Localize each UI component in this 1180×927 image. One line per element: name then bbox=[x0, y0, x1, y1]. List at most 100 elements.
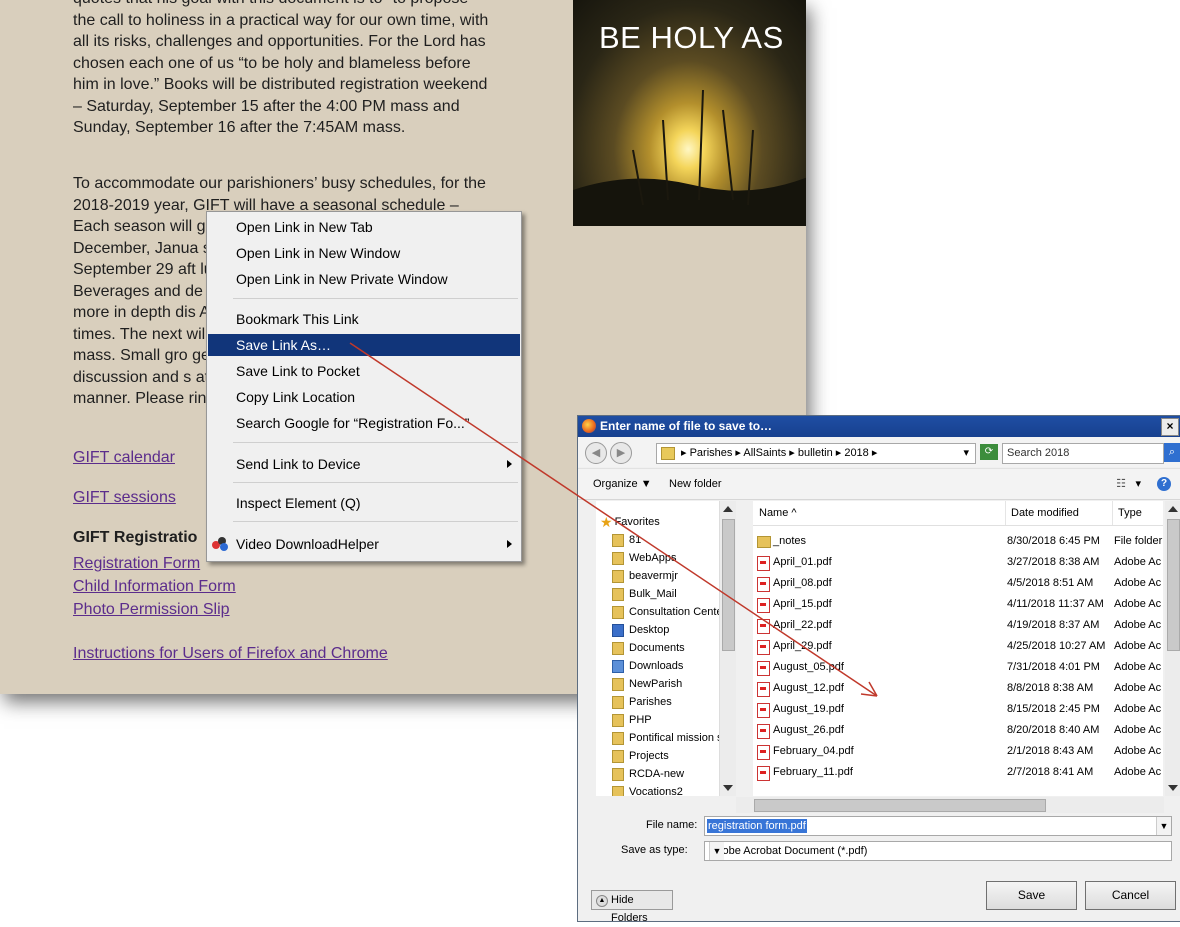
nav-scrollbar[interactable] bbox=[719, 501, 736, 796]
menu-save-link-as[interactable]: Save Link As… bbox=[208, 334, 520, 356]
file-date: 3/27/2018 8:38 AM bbox=[1007, 556, 1100, 568]
nav-item[interactable]: Consultation Cente bbox=[612, 603, 723, 621]
menu-send-link-device[interactable]: Send Link to Device bbox=[208, 453, 520, 475]
scroll-down-icon[interactable] bbox=[723, 785, 733, 791]
folder-icon bbox=[612, 551, 624, 565]
file-row[interactable]: August_19.pdf 8/15/2018 2:45 PM Adobe Ac bbox=[753, 699, 1163, 720]
star-icon: ★ bbox=[600, 514, 613, 531]
registration-form-link[interactable]: Registration Form bbox=[73, 555, 200, 573]
scroll-up-icon[interactable] bbox=[1168, 506, 1178, 512]
column-date-modified[interactable]: Date modified bbox=[1005, 501, 1113, 525]
file-row[interactable]: April_01.pdf 3/27/2018 8:38 AM Adobe Ac bbox=[753, 552, 1163, 573]
file-row[interactable]: _notes 8/30/2018 6:45 PM File folder bbox=[753, 531, 1163, 552]
save-as-type-select[interactable]: Adobe Acrobat Document (*.pdf) ▼ bbox=[704, 841, 1172, 861]
view-options-icon[interactable]: ☷ bbox=[1116, 469, 1126, 499]
help-icon[interactable]: ? bbox=[1157, 477, 1171, 491]
new-folder-button[interactable]: New folder bbox=[669, 469, 722, 499]
nav-item[interactable]: Pontifical mission sc bbox=[612, 729, 728, 747]
file-row[interactable]: April_08.pdf 4/5/2018 8:51 AM Adobe Ac bbox=[753, 573, 1163, 594]
scrollbar-thumb[interactable] bbox=[754, 799, 1046, 812]
menu-label: Open Link in New Window bbox=[236, 245, 401, 261]
video-downloadhelper-icon bbox=[212, 537, 228, 551]
nav-item[interactable]: WebApps bbox=[612, 549, 677, 567]
file-type: Adobe Ac bbox=[1114, 640, 1162, 652]
registration-heading: GIFT Registratio bbox=[73, 529, 198, 546]
file-list-scrollbar[interactable] bbox=[1165, 501, 1180, 796]
menu-video-downloadhelper[interactable]: Video DownloadHelper bbox=[208, 533, 520, 555]
nav-item[interactable]: Vocations2 bbox=[612, 783, 683, 796]
file-row[interactable]: August_12.pdf 8/8/2018 8:38 AM Adobe Ac bbox=[753, 678, 1163, 699]
file-row[interactable]: April_22.pdf 4/19/2018 8:37 AM Adobe Ac bbox=[753, 615, 1163, 636]
chevron-down-icon[interactable]: ▾ bbox=[963, 444, 969, 463]
nav-favorites[interactable]: ★ Favorites bbox=[600, 513, 660, 531]
menu-open-private-window[interactable]: Open Link in New Private Window bbox=[208, 268, 520, 290]
file-row[interactable]: February_11.pdf 2/7/2018 8:41 AM Adobe Ac bbox=[753, 762, 1163, 783]
menu-save-link-pocket[interactable]: Save Link to Pocket bbox=[208, 360, 520, 382]
nav-item[interactable]: Bulk_Mail bbox=[612, 585, 677, 603]
scrollbar-thumb[interactable] bbox=[722, 519, 735, 651]
nav-item[interactable]: Desktop bbox=[612, 621, 669, 639]
file-name-field[interactable]: registration form.pdf ▼ bbox=[704, 816, 1172, 836]
nav-item[interactable]: beavermjr bbox=[612, 567, 678, 585]
chevron-up-icon: ▲ bbox=[596, 895, 608, 907]
file-row[interactable]: April_29.pdf 4/25/2018 10:27 AM Adobe Ac bbox=[753, 636, 1163, 657]
gift-calendar-link[interactable]: GIFT calendar bbox=[73, 449, 175, 467]
search-input[interactable]: Search 2018 bbox=[1002, 443, 1164, 464]
organize-button[interactable]: Organize ▼ bbox=[593, 469, 652, 499]
file-row[interactable]: February_04.pdf 2/1/2018 8:43 AM Adobe Ac bbox=[753, 741, 1163, 762]
photo-permission-link[interactable]: Photo Permission Slip bbox=[73, 601, 230, 619]
refresh-icon[interactable]: ⟳ bbox=[980, 444, 998, 460]
file-row[interactable]: August_05.pdf 7/31/2018 4:01 PM Adobe Ac bbox=[753, 657, 1163, 678]
navigation-pane: ★ Favorites 81 WebApps beavermjr Bulk_Mai… bbox=[596, 501, 736, 796]
menu-open-new-tab[interactable]: Open Link in New Tab bbox=[208, 216, 520, 238]
back-button[interactable]: ◀ bbox=[585, 442, 607, 464]
menu-label: Inspect Element (Q) bbox=[236, 495, 361, 511]
folder-icon bbox=[661, 447, 675, 460]
file-type: Adobe Ac bbox=[1114, 745, 1162, 757]
save-button[interactable]: Save bbox=[986, 881, 1077, 910]
nav-item[interactable]: RCDA-new bbox=[612, 765, 684, 783]
chevron-down-icon[interactable]: ▾ bbox=[1135, 469, 1141, 499]
dialog-title: Enter name of file to save to… bbox=[600, 419, 773, 433]
file-name: February_04.pdf bbox=[773, 745, 854, 757]
search-icon[interactable]: ⌕ bbox=[1164, 443, 1180, 462]
instructions-link[interactable]: Instructions for Users of Firefox and Ch… bbox=[73, 645, 388, 663]
nav-item[interactable]: Projects bbox=[612, 747, 669, 765]
file-name: April_29.pdf bbox=[773, 640, 832, 652]
horizontal-scrollbar[interactable] bbox=[736, 797, 1164, 813]
nav-item[interactable]: PHP bbox=[612, 711, 652, 729]
menu-bookmark-link[interactable]: Bookmark This Link bbox=[208, 308, 520, 330]
nav-label: Parishes bbox=[629, 696, 672, 708]
nav-item[interactable]: Documents bbox=[612, 639, 685, 657]
nav-item[interactable]: NewParish bbox=[612, 675, 682, 693]
file-row[interactable]: April_15.pdf 4/11/2018 11:37 AM Adobe Ac bbox=[753, 594, 1163, 615]
address-bar[interactable]: ▸ Parishes ▸ AllSaints ▸ bulletin ▸ 2018… bbox=[656, 443, 976, 464]
column-type[interactable]: Type bbox=[1112, 501, 1163, 525]
menu-copy-link-location[interactable]: Copy Link Location bbox=[208, 386, 520, 408]
text-line: Sunday, September 16 after the 7:45AM ma… bbox=[73, 119, 406, 136]
scroll-down-icon[interactable] bbox=[1168, 785, 1178, 791]
close-button[interactable]: × bbox=[1161, 418, 1179, 436]
child-information-form-link[interactable]: Child Information Form bbox=[73, 578, 236, 596]
nav-item[interactable]: Parishes bbox=[612, 693, 672, 711]
desktop-icon bbox=[612, 623, 624, 637]
nav-label: Bulk_Mail bbox=[629, 588, 677, 600]
dialog-toolbar: Organize ▼ New folder ☷ ▾ ? bbox=[578, 468, 1180, 500]
forward-button[interactable]: ▶ bbox=[610, 442, 632, 464]
menu-open-new-window[interactable]: Open Link in New Window bbox=[208, 242, 520, 264]
menu-search-google[interactable]: Search Google for “Registration Fo...” bbox=[208, 412, 520, 434]
menu-label: Search Google for “Registration Fo...” bbox=[236, 415, 470, 431]
file-row[interactable]: August_26.pdf 8/20/2018 8:40 AM Adobe Ac bbox=[753, 720, 1163, 741]
scrollbar-thumb[interactable] bbox=[1167, 519, 1180, 651]
chevron-down-icon[interactable]: ▼ bbox=[1156, 817, 1171, 835]
nav-item[interactable]: Downloads bbox=[612, 657, 683, 675]
scroll-up-icon[interactable] bbox=[723, 506, 733, 512]
column-name[interactable]: Name ^ bbox=[753, 501, 1006, 525]
gift-sessions-link[interactable]: GIFT sessions bbox=[73, 489, 176, 507]
hide-folders-button[interactable]: ▲ Hide Folders bbox=[591, 890, 673, 924]
menu-separator bbox=[233, 482, 518, 483]
cancel-button[interactable]: Cancel bbox=[1085, 881, 1176, 910]
nav-item[interactable]: 81 bbox=[612, 531, 641, 549]
menu-inspect-element[interactable]: Inspect Element (Q) bbox=[208, 492, 520, 514]
chevron-down-icon[interactable]: ▼ bbox=[709, 842, 724, 860]
